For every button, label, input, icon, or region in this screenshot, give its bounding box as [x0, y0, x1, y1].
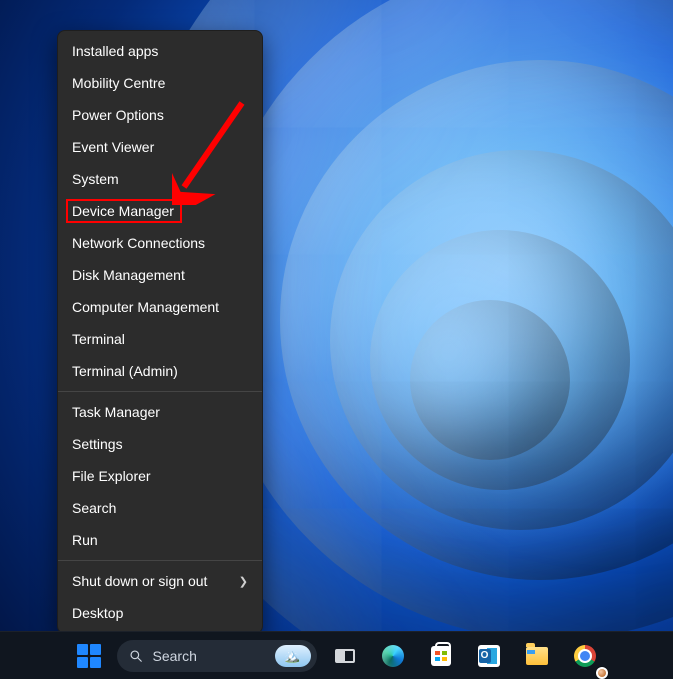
menu-item-computer-management[interactable]: Computer Management [58, 291, 262, 323]
menu-item-terminal[interactable]: Terminal [58, 323, 262, 355]
winx-context-menu: Installed apps Mobility Centre Power Optio… [57, 30, 263, 634]
menu-item-label: Power Options [72, 107, 164, 123]
menu-separator [58, 391, 262, 392]
menu-item-label: Shut down or sign out [72, 573, 207, 589]
task-view-icon [335, 649, 355, 663]
chrome-icon [574, 645, 596, 667]
edge-button[interactable] [373, 636, 413, 676]
menu-item-label: System [72, 171, 119, 187]
menu-item-system[interactable]: System [58, 163, 262, 195]
menu-item-network-connections[interactable]: Network Connections [58, 227, 262, 259]
outlook-button[interactable]: O [469, 636, 509, 676]
start-button[interactable] [69, 636, 109, 676]
menu-item-installed-apps[interactable]: Installed apps [58, 35, 262, 67]
windows-logo-icon [77, 644, 101, 668]
menu-item-label: Computer Management [72, 299, 219, 315]
menu-item-file-explorer[interactable]: File Explorer [58, 460, 262, 492]
menu-item-terminal-admin[interactable]: Terminal (Admin) [58, 355, 262, 387]
menu-item-label: Run [72, 532, 98, 548]
menu-item-label: Network Connections [72, 235, 205, 251]
menu-separator [58, 560, 262, 561]
file-explorer-icon [526, 647, 548, 665]
menu-item-label: Task Manager [72, 404, 160, 420]
menu-item-run[interactable]: Run [58, 524, 262, 556]
taskbar-search[interactable]: Search 🏔️ [117, 640, 317, 672]
task-view-button[interactable] [325, 636, 365, 676]
outlook-icon: O [478, 645, 500, 667]
menu-item-label: Terminal (Admin) [72, 363, 178, 379]
menu-item-mobility-centre[interactable]: Mobility Centre [58, 67, 262, 99]
menu-item-disk-management[interactable]: Disk Management [58, 259, 262, 291]
menu-item-label: Mobility Centre [72, 75, 165, 91]
menu-item-label: Installed apps [72, 43, 158, 59]
menu-item-device-manager[interactable]: Device Manager [58, 195, 262, 227]
menu-item-shut-down-or-sign-out[interactable]: Shut down or sign out ❯ [58, 565, 262, 597]
search-icon [129, 649, 143, 663]
menu-item-desktop[interactable]: Desktop [58, 597, 262, 629]
menu-item-power-options[interactable]: Power Options [58, 99, 262, 131]
search-highlight-chip: 🏔️ [275, 645, 311, 667]
taskbar: Search 🏔️ O [0, 631, 673, 679]
chevron-right-icon: ❯ [239, 575, 248, 588]
menu-item-label: Disk Management [72, 267, 185, 283]
menu-item-label: Search [72, 500, 116, 516]
file-explorer-button[interactable] [517, 636, 557, 676]
menu-item-label: Terminal [72, 331, 125, 347]
taskbar-search-label: Search [153, 648, 265, 664]
chrome-profile-badge [596, 667, 608, 679]
chrome-button[interactable] [565, 636, 605, 676]
menu-item-label: Event Viewer [72, 139, 154, 155]
menu-item-search[interactable]: Search [58, 492, 262, 524]
microsoft-store-icon [431, 646, 451, 666]
menu-item-task-manager[interactable]: Task Manager [58, 396, 262, 428]
menu-item-label: File Explorer [72, 468, 151, 484]
menu-item-label: Desktop [72, 605, 123, 621]
microsoft-store-button[interactable] [421, 636, 461, 676]
menu-item-label: Device Manager [72, 203, 174, 219]
menu-item-label: Settings [72, 436, 123, 452]
menu-item-event-viewer[interactable]: Event Viewer [58, 131, 262, 163]
edge-icon [382, 645, 404, 667]
menu-item-settings[interactable]: Settings [58, 428, 262, 460]
